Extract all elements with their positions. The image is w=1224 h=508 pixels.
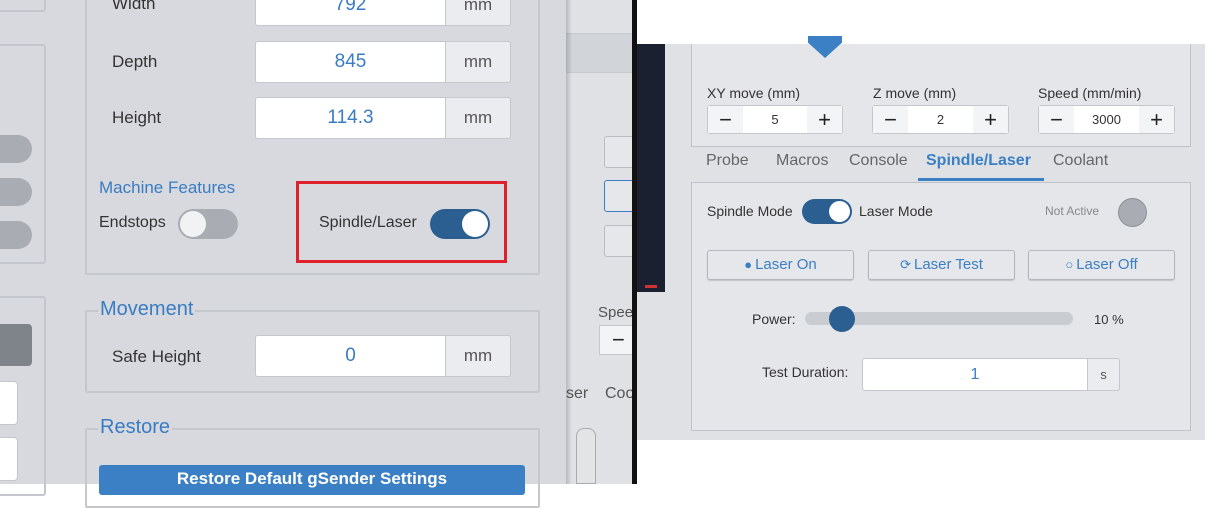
height-label: Height [112,108,162,127]
test-duration-unit: s [1088,358,1120,391]
laser-status-text: Not Active [1045,204,1100,218]
speed-plus-button[interactable]: + [1139,106,1174,133]
tab-macros[interactable]: Macros [776,152,828,170]
lightbulb-outline-icon: ○ [1065,257,1074,272]
status-indicator [1118,198,1147,227]
partial-button[interactable] [0,437,18,481]
width-input[interactable]: 792 [255,0,446,26]
movement-heading: Movement [98,298,196,321]
width-input-group: 792 mm [255,0,511,26]
depth-label: Depth [112,52,158,71]
window-top-area [637,0,1224,44]
height-input[interactable]: 114.3 [255,97,446,139]
highlight-box [296,181,507,263]
spindle-laser-mode-toggle[interactable] [802,199,852,224]
safe-height-input[interactable]: 0 [255,335,446,377]
laser-test-button[interactable]: ⟳ Laser Test [868,250,1015,280]
power-label: Power: [752,311,796,327]
partial-box [0,0,46,12]
z-move-input[interactable]: 2 [908,106,973,133]
test-duration-input[interactable]: 1 [862,358,1088,391]
depth-input-group: 845 mm [255,41,511,83]
active-tab-indicator [918,178,1044,181]
spindle-laser-panel [691,182,1191,431]
z-plus-button[interactable]: + [973,106,1008,133]
window-bottom-area [637,440,1224,484]
speed-label: Speed (mm/min) [1038,85,1142,101]
xy-minus-button[interactable]: − [708,106,743,133]
partial-button[interactable] [0,381,18,425]
background-button[interactable] [604,225,634,257]
toggle-knob [829,201,850,222]
xy-move-input[interactable]: 5 [743,106,807,133]
panel-shadow [566,0,572,484]
tab-probe[interactable]: Probe [706,152,749,170]
speed-input[interactable]: 3000 [1074,106,1139,133]
width-label: Width [112,0,156,13]
tab-coolant[interactable]: Coolant [1053,152,1108,170]
laser-on-label: Laser On [755,256,817,273]
partial-toggle[interactable] [0,178,32,206]
laser-mode-label: Laser Mode [859,203,933,219]
xy-plus-button[interactable]: + [807,106,842,133]
endmill-icon [576,428,596,484]
safe-height-label: Safe Height [112,347,201,366]
z-minus-button[interactable]: − [873,106,908,133]
background-button[interactable] [604,180,634,212]
laser-off-label: Laser Off [1076,256,1138,273]
laser-off-button[interactable]: ○ Laser Off [1028,250,1175,280]
laser-on-button[interactable]: ● Laser On [707,250,854,280]
lightbulb-icon: ● [744,257,753,272]
spindle-mode-label: Spindle Mode [707,203,793,219]
window-edge [1205,44,1224,440]
laser-test-label: Laser Test [913,256,983,273]
endstops-toggle[interactable] [178,209,238,239]
power-slider-thumb[interactable] [829,306,855,332]
test-duration-group: 1 s [862,358,1120,391]
satellite-dish-icon: ⟳ [900,257,911,272]
safe-height-unit: mm [446,335,511,377]
depth-unit: mm [446,41,511,83]
z-move-stepper: − 2 + [872,105,1009,134]
tab-console[interactable]: Console [849,152,908,170]
xy-move-stepper: − 5 + [707,105,843,134]
power-value: 10 % [1094,312,1124,327]
toggle-knob [180,211,206,237]
speed-minus-button[interactable]: − [1039,106,1074,133]
background-toolbar [566,33,636,73]
depth-input[interactable]: 845 [255,41,446,83]
window-divider [632,0,637,484]
z-move-label: Z move (mm) [873,85,957,101]
width-unit: mm [446,0,511,26]
tab-spindle-laser[interactable]: Spindle/Laser [926,152,1031,170]
restore-defaults-button[interactable]: Restore Default gSender Settings [99,465,525,495]
xy-move-label: XY move (mm) [707,85,801,101]
restore-heading: Restore [98,416,173,439]
test-duration-label: Test Duration: [762,364,849,380]
speed-stepper: − 3000 + [1038,105,1175,134]
visualizer-marker [645,285,657,288]
partial-button[interactable] [0,324,32,366]
height-input-group: 114.3 mm [255,97,511,139]
minus-icon: − [612,327,625,352]
safe-height-input-group: 0 mm [255,335,511,377]
height-unit: mm [446,97,511,139]
background-speed-label: Spee [598,304,634,321]
endstops-label: Endstops [99,214,166,231]
background-tab-partial: Coo [605,385,635,402]
partial-toggle[interactable] [0,221,32,249]
